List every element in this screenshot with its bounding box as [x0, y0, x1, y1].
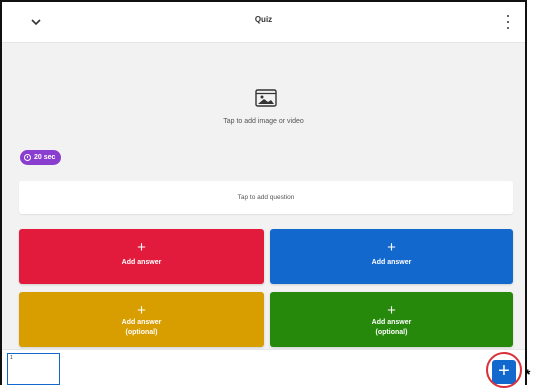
plus-icon: +	[387, 239, 396, 256]
plus-icon: +	[137, 239, 146, 256]
more-options-icon[interactable]	[501, 12, 515, 32]
highlight-circle	[486, 352, 522, 388]
quiz-editor: Quiz Tap to add image or video 20 sec Ta…	[0, 0, 527, 385]
page-title: Quiz	[254, 15, 273, 24]
answer-optional: (optional)	[375, 329, 408, 336]
slide-number: 1	[10, 355, 13, 361]
time-limit-badge[interactable]: 20 sec	[20, 150, 62, 165]
answer-red[interactable]: + Add answer	[19, 229, 264, 284]
answer-label: Add answer	[371, 259, 412, 266]
answer-yellow[interactable]: + Add answer (optional)	[19, 292, 264, 347]
answer-blue[interactable]: + Add answer	[270, 229, 513, 284]
answer-optional: (optional)	[125, 329, 158, 336]
image-icon	[255, 89, 277, 107]
slide-thumbnail[interactable]: 1	[7, 353, 60, 385]
plus-icon: +	[137, 302, 146, 319]
question-placeholder: Tap to add question	[237, 194, 295, 201]
answer-label: Add answer	[371, 319, 412, 326]
answer-green[interactable]: + Add answer (optional)	[270, 292, 513, 347]
top-bar: Quiz	[2, 2, 525, 43]
slide-tray	[2, 349, 525, 386]
media-area[interactable]: Tap to add image or video	[2, 43, 525, 145]
plus-icon: +	[387, 302, 396, 319]
clock-icon	[24, 154, 31, 161]
timer-label: 20 sec	[34, 154, 56, 161]
answer-label: Add answer	[121, 319, 162, 326]
annotation-asterisk: *	[525, 366, 531, 382]
media-label: Tap to add image or video	[223, 118, 304, 125]
answer-label: Add answer	[121, 259, 162, 266]
question-input[interactable]: Tap to add question	[19, 181, 513, 214]
